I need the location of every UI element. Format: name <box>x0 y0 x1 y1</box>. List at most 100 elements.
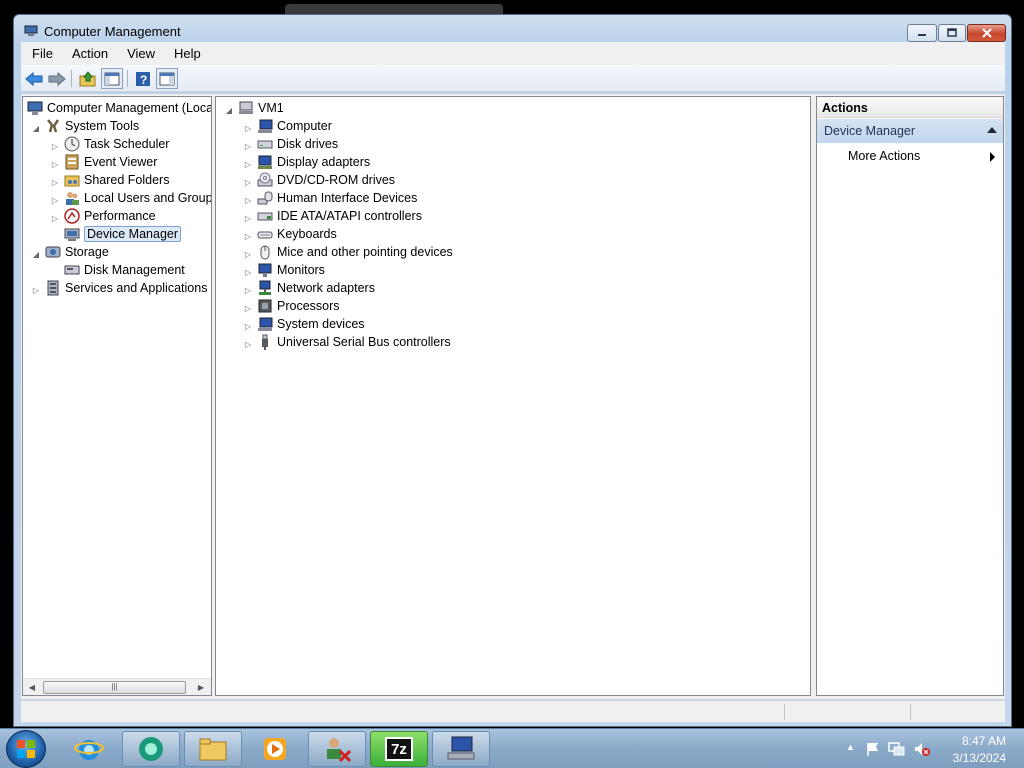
horizontal-scrollbar[interactable]: ◀ ||| ▶ <box>23 678 211 695</box>
collapsed-arrow-icon[interactable]: ▷ <box>243 339 253 349</box>
collapsed-arrow-icon[interactable]: ▷ <box>243 321 253 331</box>
collapsed-arrow-icon[interactable]: ▷ <box>50 213 60 223</box>
taskbar-remote-desktop[interactable] <box>308 731 366 767</box>
system-tray: ▲ 8:47 AM 3/13/2024 <box>840 729 1024 768</box>
up-one-level-button[interactable] <box>77 68 99 89</box>
menu-view[interactable]: View <box>116 46 163 61</box>
network-icon[interactable] <box>888 741 906 757</box>
tree-item-services-and-applications[interactable]: Services and Applications <box>45 279 207 297</box>
collapsed-arrow-icon[interactable]: ▷ <box>243 123 253 133</box>
action-center-flag-icon[interactable] <box>865 741 881 757</box>
tree-item-storage[interactable]: Storage <box>45 243 109 261</box>
device-category-monitors[interactable]: Monitors <box>257 261 325 279</box>
device-category-label: DVD/CD-ROM drives <box>277 173 396 187</box>
expanded-arrow-icon[interactable]: ◢ <box>31 123 41 133</box>
device-category-label: Human Interface Devices <box>277 191 418 205</box>
event-viewer-icon <box>65 154 79 170</box>
device-category-processors[interactable]: Processors <box>257 297 340 315</box>
computer-icon <box>258 119 273 133</box>
taskbar-computer-management[interactable] <box>432 731 490 767</box>
tree-item-task-scheduler[interactable]: Task Scheduler <box>64 135 169 153</box>
maximize-button[interactable] <box>938 24 966 42</box>
computer-management-icon <box>27 101 43 115</box>
properties-icon <box>159 72 175 85</box>
device-category-ide-ata-atapi-controllers[interactable]: IDE ATA/ATAPI controllers <box>257 207 422 225</box>
device-category-disk-drives[interactable]: Disk drives <box>257 135 338 153</box>
windows-logo-icon <box>17 740 35 758</box>
expanded-arrow-icon[interactable]: ◢ <box>31 249 41 259</box>
collapsed-arrow-icon[interactable]: ▷ <box>31 285 41 295</box>
submenu-arrow-icon[interactable] <box>990 152 995 162</box>
more-actions-item[interactable]: More Actions <box>848 149 920 163</box>
taskbar-internet-explorer[interactable] <box>60 731 118 767</box>
collapsed-arrow-icon[interactable]: ▷ <box>243 303 253 313</box>
collapsed-arrow-icon[interactable]: ▷ <box>50 195 60 205</box>
menu-file[interactable]: File <box>21 46 61 61</box>
tree-item-shared-folders[interactable]: Shared Folders <box>64 171 169 189</box>
tree-item-device-manager[interactable]: Device Manager <box>64 225 182 243</box>
collapsed-arrow-icon[interactable]: ▷ <box>243 177 253 187</box>
start-button[interactable] <box>6 730 46 768</box>
computer-management-icon <box>447 736 475 760</box>
device-category-usb-controllers[interactable]: Universal Serial Bus controllers <box>257 333 451 351</box>
taskbar-file-explorer[interactable] <box>184 731 242 767</box>
device-category-label: Monitors <box>277 263 325 277</box>
show-hidden-icons-icon[interactable]: ▲ <box>846 742 855 752</box>
tree-item-disk-management[interactable]: Disk Management <box>64 261 185 279</box>
collapsed-arrow-icon[interactable]: ▷ <box>243 195 253 205</box>
menu-action[interactable]: Action <box>61 46 116 61</box>
toolbar-separator <box>71 70 72 87</box>
scroll-left-arrow-icon[interactable]: ◀ <box>27 682 37 692</box>
forward-button[interactable] <box>46 68 68 89</box>
device-category-mice[interactable]: Mice and other pointing devices <box>257 243 453 261</box>
device-category-computer[interactable]: Computer <box>257 117 332 135</box>
device-category-dvd-cd-rom-drives[interactable]: DVD/CD-ROM drives <box>257 171 395 189</box>
collapsed-arrow-icon[interactable]: ▷ <box>243 285 253 295</box>
device-category-system-devices[interactable]: System devices <box>257 315 365 333</box>
collapsed-arrow-icon[interactable]: ▷ <box>243 231 253 241</box>
taskbar-7zip[interactable]: 7z <box>370 731 428 767</box>
network-adapter-icon <box>259 280 271 295</box>
forward-arrow-icon <box>48 71 66 86</box>
device-category-human-interface-devices[interactable]: Human Interface Devices <box>257 189 417 207</box>
collapsed-arrow-icon[interactable]: ▷ <box>50 141 60 151</box>
minimize-button[interactable] <box>907 24 937 42</box>
taskbar-media-center[interactable] <box>122 731 180 767</box>
device-category-display-adapters[interactable]: Display adapters <box>257 153 370 171</box>
close-button[interactable] <box>967 24 1006 42</box>
collapsed-arrow-icon[interactable]: ▷ <box>243 141 253 151</box>
collapsed-arrow-icon[interactable]: ▷ <box>50 159 60 169</box>
collapsed-arrow-icon[interactable]: ▷ <box>243 159 253 169</box>
scrollbar-thumb[interactable]: ||| <box>43 681 186 694</box>
system-clock[interactable]: 8:47 AM 3/13/2024 <box>953 733 1006 767</box>
taskbar-media-player[interactable] <box>246 731 304 767</box>
actions-section-device-manager[interactable]: Device Manager <box>817 119 1003 143</box>
tree-item-local-users-and-groups[interactable]: Local Users and Groups <box>64 189 211 207</box>
device-root-vm1[interactable]: VM1 <box>238 99 284 117</box>
tree-item-computer-management[interactable]: Computer Management (Local <box>27 99 211 117</box>
actions-pane: Actions Device Manager More Actions <box>816 96 1004 696</box>
scroll-right-arrow-icon[interactable]: ▶ <box>196 682 206 692</box>
help-button[interactable]: ? <box>132 68 154 89</box>
tree-item-event-viewer[interactable]: Event Viewer <box>64 153 157 171</box>
tree-item-performance[interactable]: Performance <box>64 207 156 225</box>
show-hide-console-tree-button[interactable] <box>101 68 123 89</box>
device-category-label: Network adapters <box>277 281 375 295</box>
menu-help[interactable]: Help <box>163 46 209 61</box>
device-category-label: System devices <box>277 317 365 331</box>
collapsed-arrow-icon[interactable]: ▷ <box>50 177 60 187</box>
volume-muted-icon[interactable] <box>913 741 931 757</box>
collapsed-arrow-icon[interactable]: ▷ <box>243 213 253 223</box>
maximize-icon <box>947 28 957 37</box>
collapse-up-icon[interactable] <box>987 127 997 133</box>
back-button[interactable] <box>23 68 45 89</box>
device-category-network-adapters[interactable]: Network adapters <box>257 279 375 297</box>
device-category-keyboards[interactable]: Keyboards <box>257 225 337 243</box>
collapsed-arrow-icon[interactable]: ▷ <box>243 267 253 277</box>
monitor-icon <box>258 263 272 277</box>
show-hide-action-pane-button[interactable] <box>156 68 178 89</box>
expanded-arrow-icon[interactable]: ◢ <box>224 105 234 115</box>
collapsed-arrow-icon[interactable]: ▷ <box>243 249 253 259</box>
tree-item-system-tools[interactable]: System Tools <box>45 117 139 135</box>
help-icon: ? <box>136 71 150 87</box>
